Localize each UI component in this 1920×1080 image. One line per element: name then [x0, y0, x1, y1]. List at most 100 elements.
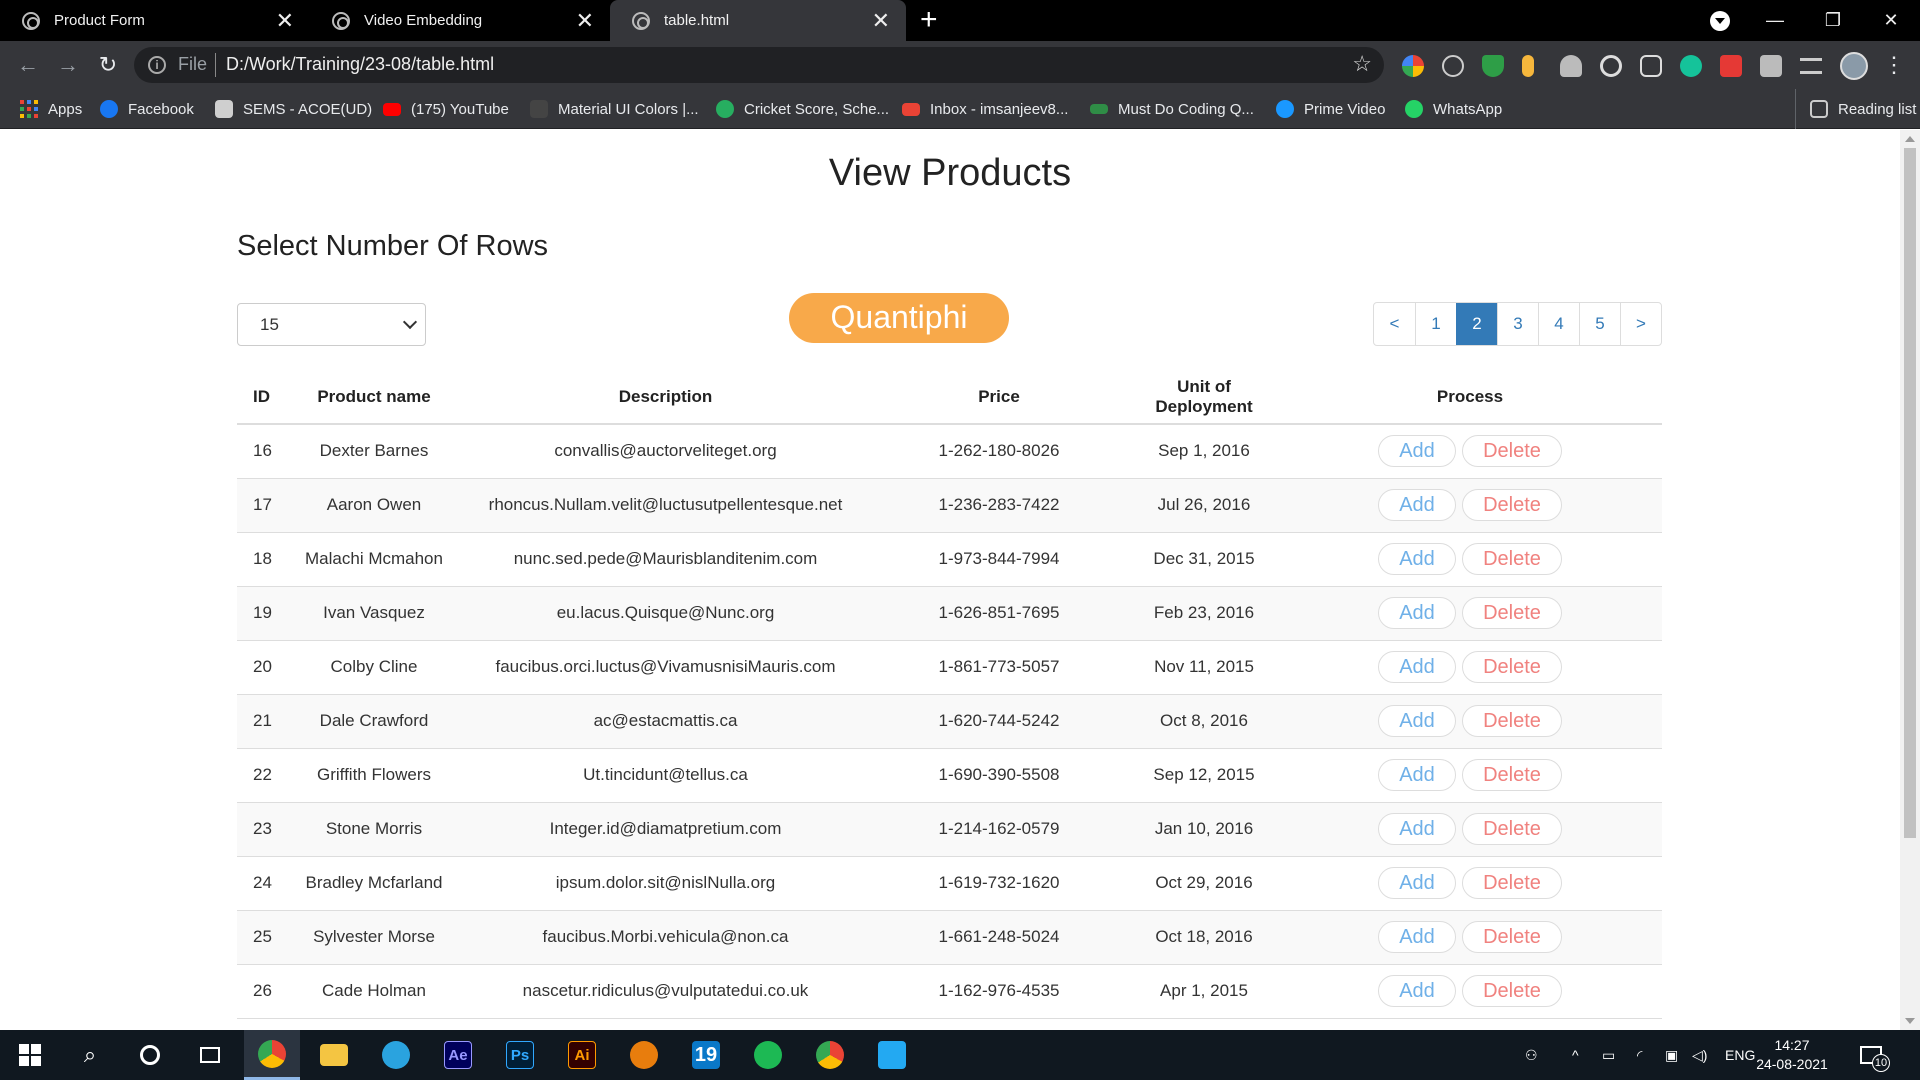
minimize-icon[interactable]: — — [1746, 10, 1804, 31]
reading-list-button[interactable]: Reading list — [1795, 89, 1916, 129]
tab-search-icon[interactable] — [1710, 11, 1730, 31]
notifications-button[interactable]: 10 — [1860, 1030, 1890, 1080]
back-icon[interactable]: ← — [14, 51, 42, 79]
bookmark-star-icon[interactable]: ☆ — [1352, 51, 1372, 77]
add-button[interactable]: Add — [1378, 921, 1456, 953]
scroll-up-icon[interactable] — [1905, 136, 1915, 142]
avatar[interactable] — [1840, 52, 1868, 80]
shield-extension-icon[interactable] — [1482, 55, 1504, 77]
tp-extension-icon[interactable] — [1720, 55, 1742, 77]
wifi-icon[interactable]: ◜ — [1637, 1030, 1642, 1080]
close-tab-icon[interactable]: ✕ — [576, 9, 594, 32]
bookmark-cricket-score[interactable]: Cricket Score, Sche... — [716, 89, 889, 129]
delete-button[interactable]: Delete — [1462, 921, 1562, 953]
add-button[interactable]: Add — [1378, 435, 1456, 468]
delete-button[interactable]: Delete — [1462, 759, 1562, 791]
add-button[interactable]: Add — [1378, 705, 1456, 737]
pagination-page-3[interactable]: 3 — [1497, 303, 1538, 345]
add-button[interactable]: Add — [1378, 867, 1456, 899]
bookmark-facebook[interactable]: Facebook — [100, 89, 194, 129]
scrollbar-thumb[interactable] — [1904, 148, 1916, 838]
pagination-page-2[interactable]: 2 — [1456, 303, 1497, 345]
close-tab-icon[interactable]: ✕ — [276, 9, 294, 32]
illustrator-icon[interactable]: Ai — [554, 1030, 610, 1080]
close-tab-icon[interactable]: ✕ — [872, 9, 890, 32]
tray-chevron-up-icon[interactable]: ^ — [1572, 1030, 1579, 1080]
cortana-icon[interactable] — [122, 1030, 178, 1080]
display-icon[interactable]: ▣ — [1665, 1030, 1678, 1080]
people-icon[interactable]: ⚇ — [1525, 1030, 1538, 1080]
bookmark-youtube[interactable]: (175) YouTube — [383, 89, 509, 129]
delete-button[interactable]: Delete — [1462, 975, 1562, 1007]
color-picker-extension-icon[interactable] — [1402, 55, 1424, 77]
tab-video-embedding[interactable]: Video Embedding ✕ — [310, 0, 610, 41]
bookmark-sems[interactable]: SEMS - ACOE(UD) — [215, 89, 372, 129]
media-queue-icon[interactable] — [1800, 58, 1822, 74]
search-icon[interactable]: ⌕ — [62, 1030, 118, 1080]
address-url[interactable]: D:/Work/Training/23-08/table.html — [226, 54, 494, 75]
pagination-page-5[interactable]: 5 — [1579, 303, 1620, 345]
spotify-icon[interactable] — [740, 1030, 796, 1080]
vscode-icon[interactable] — [864, 1030, 920, 1080]
close-window-icon[interactable]: ✕ — [1862, 10, 1920, 31]
pagination-prev[interactable]: < — [1374, 303, 1415, 345]
bulb-extension-icon[interactable] — [1522, 55, 1534, 77]
extensions-puzzle-icon[interactable] — [1760, 55, 1782, 77]
chrome-profile-icon[interactable] — [802, 1030, 858, 1080]
add-button[interactable]: Add — [1378, 489, 1456, 521]
delete-button[interactable]: Delete — [1462, 435, 1562, 468]
file-explorer-icon[interactable] — [306, 1030, 362, 1080]
info-icon[interactable]: i — [148, 56, 166, 74]
rows-per-page-select[interactable]: 15 — [237, 303, 426, 346]
delete-button[interactable]: Delete — [1462, 597, 1562, 629]
telegram-icon[interactable] — [368, 1030, 424, 1080]
tab-table-html[interactable]: table.html ✕ — [610, 0, 906, 41]
screen-extension-icon[interactable] — [1640, 55, 1662, 77]
bookmark-prime-video[interactable]: Prime Video — [1276, 89, 1385, 129]
app-19-icon[interactable]: 19 — [678, 1030, 734, 1080]
language-indicator[interactable]: ENG — [1725, 1030, 1755, 1080]
bookmark-material-ui-colors[interactable]: Material UI Colors |... — [530, 89, 699, 129]
reload-icon[interactable]: ↻ — [94, 51, 122, 79]
delete-button[interactable]: Delete — [1462, 543, 1562, 575]
add-button[interactable]: Add — [1378, 543, 1456, 575]
battery-icon[interactable]: ▭ — [1602, 1030, 1615, 1080]
pagination-page-1[interactable]: 1 — [1415, 303, 1456, 345]
bookmark-gmail-inbox[interactable]: Inbox - imsanjeev8... — [902, 89, 1068, 129]
new-tab-button[interactable]: + — [920, 4, 938, 36]
windows-start-icon[interactable] — [2, 1030, 58, 1080]
task-view-icon[interactable] — [182, 1030, 238, 1080]
delete-button[interactable]: Delete — [1462, 813, 1562, 845]
forward-icon[interactable]: → — [54, 51, 82, 79]
bookmark-whatsapp[interactable]: WhatsApp — [1405, 89, 1502, 129]
chrome-icon[interactable] — [244, 1030, 300, 1080]
add-button[interactable]: Add — [1378, 597, 1456, 629]
react-devtools-extension-icon[interactable] — [1442, 55, 1464, 77]
delete-button[interactable]: Delete — [1462, 651, 1562, 683]
add-button[interactable]: Add — [1378, 813, 1456, 845]
delete-button[interactable]: Delete — [1462, 705, 1562, 737]
menu-kebab-icon[interactable]: ⋮ — [1880, 51, 1908, 79]
target-extension-icon[interactable] — [1600, 55, 1622, 77]
taskbar-clock[interactable]: 14:27 24-08-2021 — [1752, 1036, 1832, 1074]
restore-icon[interactable]: ❐ — [1804, 10, 1862, 31]
delete-button[interactable]: Delete — [1462, 489, 1562, 521]
pagination-page-4[interactable]: 4 — [1538, 303, 1579, 345]
after-effects-icon[interactable]: Ae — [430, 1030, 486, 1080]
bookmark-must-do-coding[interactable]: Must Do Coding Q... — [1090, 89, 1254, 129]
bookmark-apps[interactable]: Apps — [20, 89, 82, 129]
scroll-down-icon[interactable] — [1905, 1018, 1915, 1024]
photoshop-icon[interactable]: Ps — [492, 1030, 548, 1080]
page-scrollbar[interactable] — [1900, 130, 1920, 1030]
cloud-extension-icon[interactable] — [1560, 55, 1582, 77]
add-button[interactable]: Add — [1378, 651, 1456, 683]
blender-icon[interactable] — [616, 1030, 672, 1080]
add-button[interactable]: Add — [1378, 975, 1456, 1007]
tab-product-form[interactable]: Product Form ✕ — [0, 0, 310, 41]
address-bar[interactable]: i File D:/Work/Training/23-08/table.html… — [134, 47, 1384, 83]
grammarly-icon[interactable] — [1680, 55, 1702, 77]
add-button[interactable]: Add — [1378, 759, 1456, 791]
volume-icon[interactable]: ◁) — [1692, 1030, 1707, 1080]
delete-button[interactable]: Delete — [1462, 867, 1562, 899]
pagination-next[interactable]: > — [1620, 303, 1661, 345]
